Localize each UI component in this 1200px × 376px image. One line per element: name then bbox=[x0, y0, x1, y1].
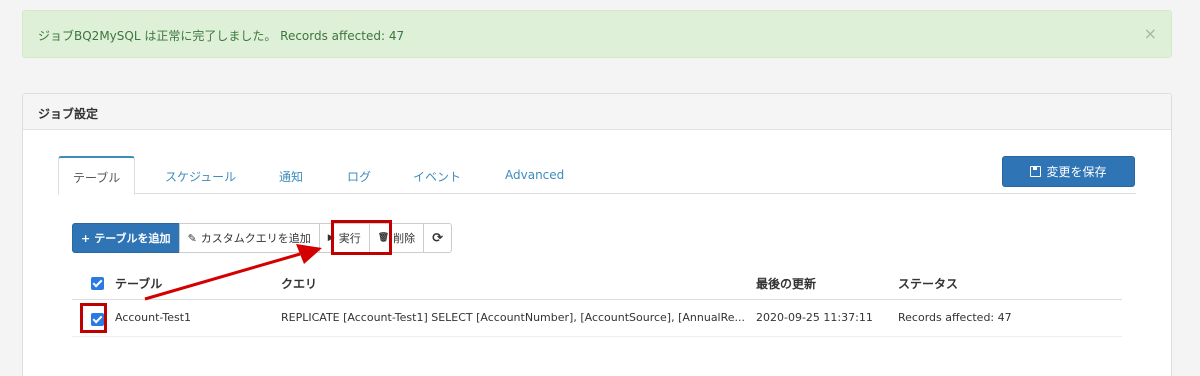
row-checkbox-highlight bbox=[80, 303, 107, 333]
refresh-button[interactable]: ⟳ bbox=[423, 223, 453, 253]
floppy-disk-icon bbox=[1030, 166, 1042, 177]
add-custom-query-label: カスタムクエリを追加 bbox=[200, 232, 311, 245]
tab-notifications[interactable]: 通知 bbox=[279, 156, 303, 194]
run-button-highlight bbox=[331, 220, 392, 255]
tab-schedule[interactable]: スケジュール bbox=[165, 156, 236, 194]
panel-title: ジョブ設定 bbox=[38, 107, 99, 121]
tab-tables[interactable]: テーブル bbox=[58, 156, 136, 195]
tab-events[interactable]: イベント bbox=[413, 156, 461, 194]
table-toolbar: + テーブルを追加 ✎ カスタムクエリを追加 ▶ 実行 🗑 削除 ⟳ bbox=[72, 223, 453, 253]
header-divider bbox=[72, 299, 1122, 300]
panel-heading: ジョブ設定 bbox=[23, 94, 1171, 130]
column-header-query[interactable]: クエリ bbox=[281, 275, 317, 292]
select-all-checkbox[interactable] bbox=[91, 277, 104, 290]
tab-logs[interactable]: ログ bbox=[347, 156, 371, 194]
tab-advanced[interactable]: Advanced bbox=[505, 156, 564, 194]
column-header-status[interactable]: ステータス bbox=[898, 275, 958, 292]
row-updated: 2020-09-25 11:37:11 bbox=[756, 311, 873, 324]
edit-icon: ✎ bbox=[187, 231, 197, 245]
save-changes-label: 変更を保存 bbox=[1046, 165, 1107, 179]
refresh-icon: ⟳ bbox=[432, 230, 444, 246]
add-table-label: テーブルを追加 bbox=[94, 232, 171, 245]
save-changes-button[interactable]: 変更を保存 bbox=[1002, 156, 1135, 187]
row-table-name: Account-Test1 bbox=[115, 311, 192, 324]
success-alert: ジョブBQ2MySQL は正常に完了しました。 Records affected… bbox=[22, 10, 1172, 58]
row-status: Records affected: 47 bbox=[898, 311, 1012, 324]
add-custom-query-button[interactable]: ✎ カスタムクエリを追加 bbox=[178, 223, 320, 253]
column-header-updated[interactable]: 最後の更新 bbox=[756, 275, 816, 292]
row-query: REPLICATE [Account-Test1] SELECT [Accoun… bbox=[281, 311, 746, 324]
tab-bar: テーブル スケジュール 通知 ログ イベント Advanced bbox=[58, 156, 1136, 195]
add-table-button[interactable]: + テーブルを追加 bbox=[72, 223, 180, 253]
row-divider bbox=[72, 336, 1122, 337]
job-settings-panel: ジョブ設定 テーブル スケジュール 通知 ログ イベント Advanced 変更… bbox=[22, 93, 1172, 376]
delete-label: 削除 bbox=[393, 232, 416, 245]
column-header-table[interactable]: テーブル bbox=[115, 275, 162, 292]
alert-message: ジョブBQ2MySQL は正常に完了しました。 Records affected… bbox=[38, 29, 405, 43]
close-icon[interactable]: × bbox=[1144, 24, 1157, 43]
plus-icon: + bbox=[81, 231, 91, 245]
